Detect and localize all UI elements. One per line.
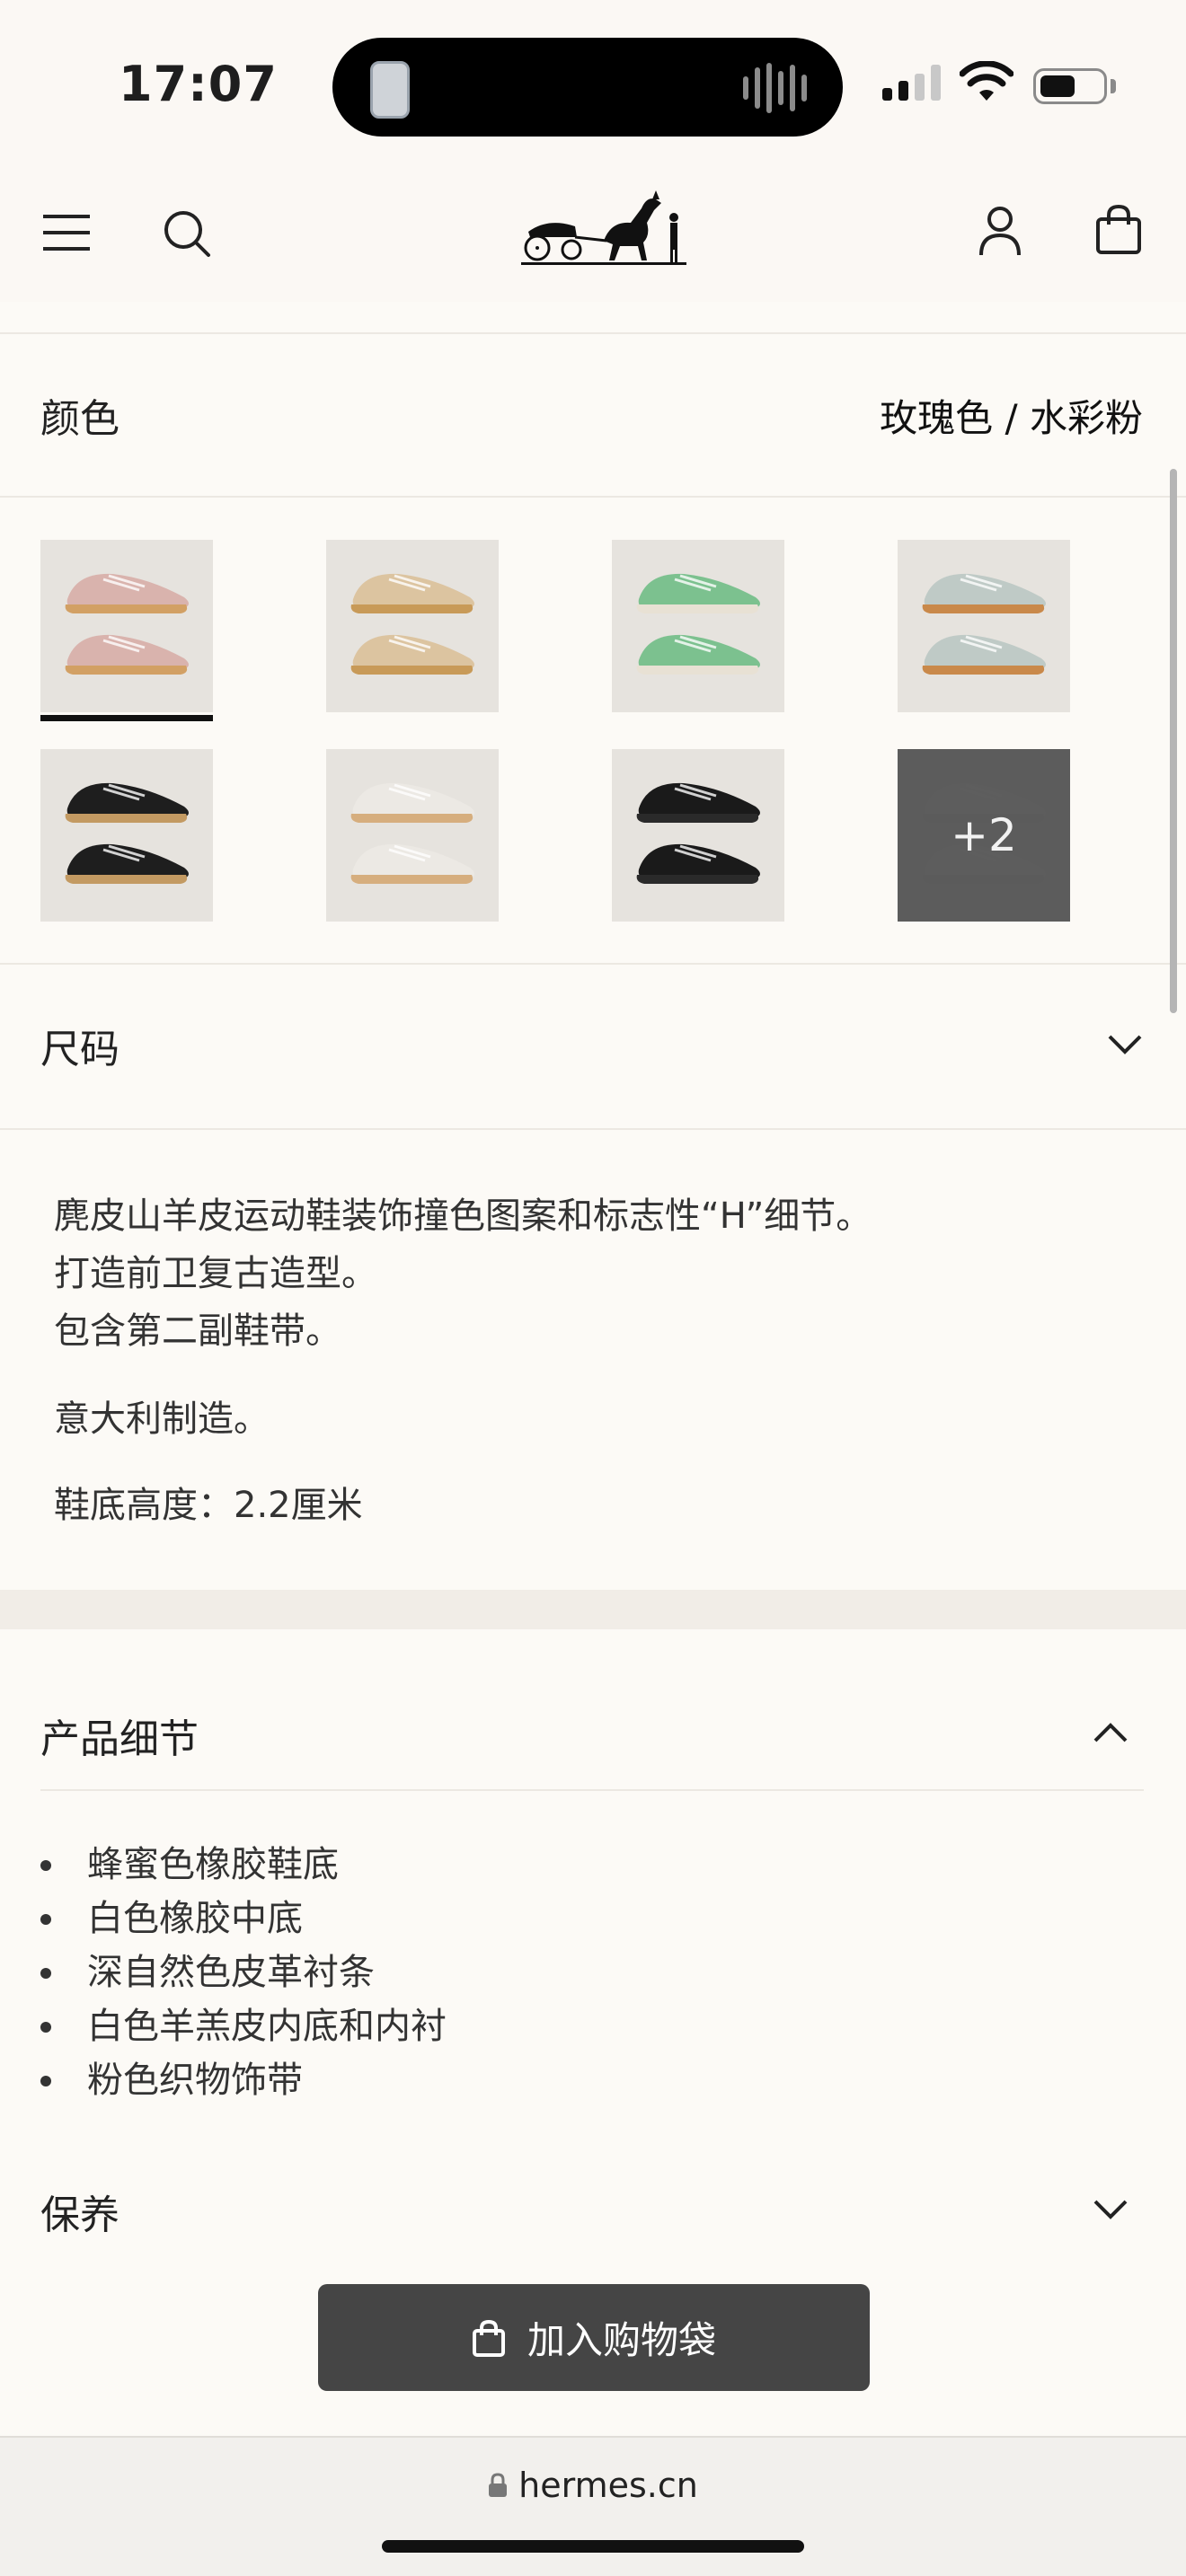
color-swatch-black[interactable] [40, 749, 213, 922]
shopping-bag-icon [472, 2319, 505, 2357]
dynamic-island[interactable] [332, 38, 843, 137]
product-details-list: 蜂蜜色橡胶鞋底 白色橡胶中底 深自然色皮革衬条 白色羊羔皮内底和内衬 粉色织物饰… [40, 1838, 447, 2107]
now-playing-thumbnail [370, 61, 410, 119]
selected-swatch-indicator [40, 715, 213, 721]
site-header [0, 171, 1186, 302]
battery-level [1040, 75, 1075, 97]
list-item: 白色羊羔皮内底和内衬 [40, 1999, 447, 2053]
color-swatch-beige[interactable] [326, 540, 499, 712]
scrollbar[interactable] [1170, 469, 1177, 1013]
more-colors-overlay[interactable]: +2 [898, 749, 1070, 922]
color-swatch-grey-green[interactable] [898, 540, 1070, 712]
audio-waveform-icon [743, 63, 807, 113]
hamburger-menu-icon[interactable] [41, 213, 92, 252]
sole-height-text: 鞋底高度：2.2厘米 [54, 1485, 363, 1526]
status-time: 17:07 [119, 56, 278, 112]
size-label: 尺码 [40, 1027, 119, 1072]
sneaker-thumbnail [40, 749, 213, 922]
color-swatch-green[interactable] [612, 540, 784, 712]
color-label: 颜色 [40, 396, 119, 442]
search-icon[interactable] [162, 208, 212, 259]
battery-nub [1111, 79, 1116, 93]
add-to-bag-button[interactable]: 加入购物袋 [318, 2284, 870, 2391]
sneaker-thumbnail [612, 749, 784, 922]
lock-icon [489, 2473, 508, 2497]
divider [0, 496, 1186, 498]
section-separator [0, 1590, 1186, 1629]
color-swatch-more[interactable]: +2 [898, 749, 1070, 922]
sneaker-thumbnail [40, 540, 213, 712]
url-text: hermes.cn [518, 2466, 698, 2505]
divider [40, 1789, 1144, 1791]
divider [0, 332, 1186, 334]
cellular-signal-icon [882, 65, 941, 101]
color-swatch-black-black[interactable] [612, 749, 784, 922]
battery-icon [1033, 68, 1107, 104]
description-line: 包含第二副鞋带。 [54, 1310, 341, 1352]
color-swatch-white[interactable] [326, 749, 499, 922]
divider [0, 1128, 1186, 1130]
account-icon[interactable] [978, 205, 1022, 257]
address-bar[interactable]: hermes.cn [0, 2466, 1186, 2505]
add-to-bag-label: 加入购物袋 [527, 2319, 716, 2361]
care-title[interactable]: 保养 [40, 2183, 119, 2240]
color-swatch-rose[interactable] [40, 540, 213, 712]
list-item: 蜂蜜色橡胶鞋底 [40, 1838, 447, 1892]
browser-bottom-bar [0, 2436, 1186, 2576]
list-item: 粉色织物饰带 [40, 2053, 447, 2107]
hermes-carriage-logo[interactable] [521, 190, 686, 266]
description-line: 麂皮山羊皮运动鞋装饰撞色图案和标志性“H”细节。 [54, 1195, 872, 1237]
chevron-down-icon[interactable] [1107, 1033, 1143, 1056]
chevron-up-icon[interactable] [1093, 1721, 1128, 1744]
product-details-title[interactable]: 产品细节 [40, 1707, 199, 1764]
description-line: 打造前卫复古造型。 [54, 1253, 377, 1294]
list-item: 深自然色皮革衬条 [40, 1945, 447, 1999]
sneaker-thumbnail [898, 540, 1070, 712]
wifi-icon [960, 61, 1013, 101]
list-item: 白色橡胶中底 [40, 1892, 447, 1945]
home-indicator[interactable] [382, 2540, 804, 2553]
chevron-down-icon[interactable] [1093, 2198, 1128, 2221]
sneaker-thumbnail [612, 540, 784, 712]
shopping-bag-icon[interactable] [1095, 203, 1142, 255]
status-bar: 17:07 [0, 0, 1186, 171]
sneaker-thumbnail [326, 540, 499, 712]
selected-color-value: 玫瑰色 / 水彩粉 [880, 396, 1143, 440]
divider [0, 963, 1186, 965]
sneaker-thumbnail [326, 749, 499, 922]
made-in-text: 意大利制造。 [54, 1398, 270, 1440]
